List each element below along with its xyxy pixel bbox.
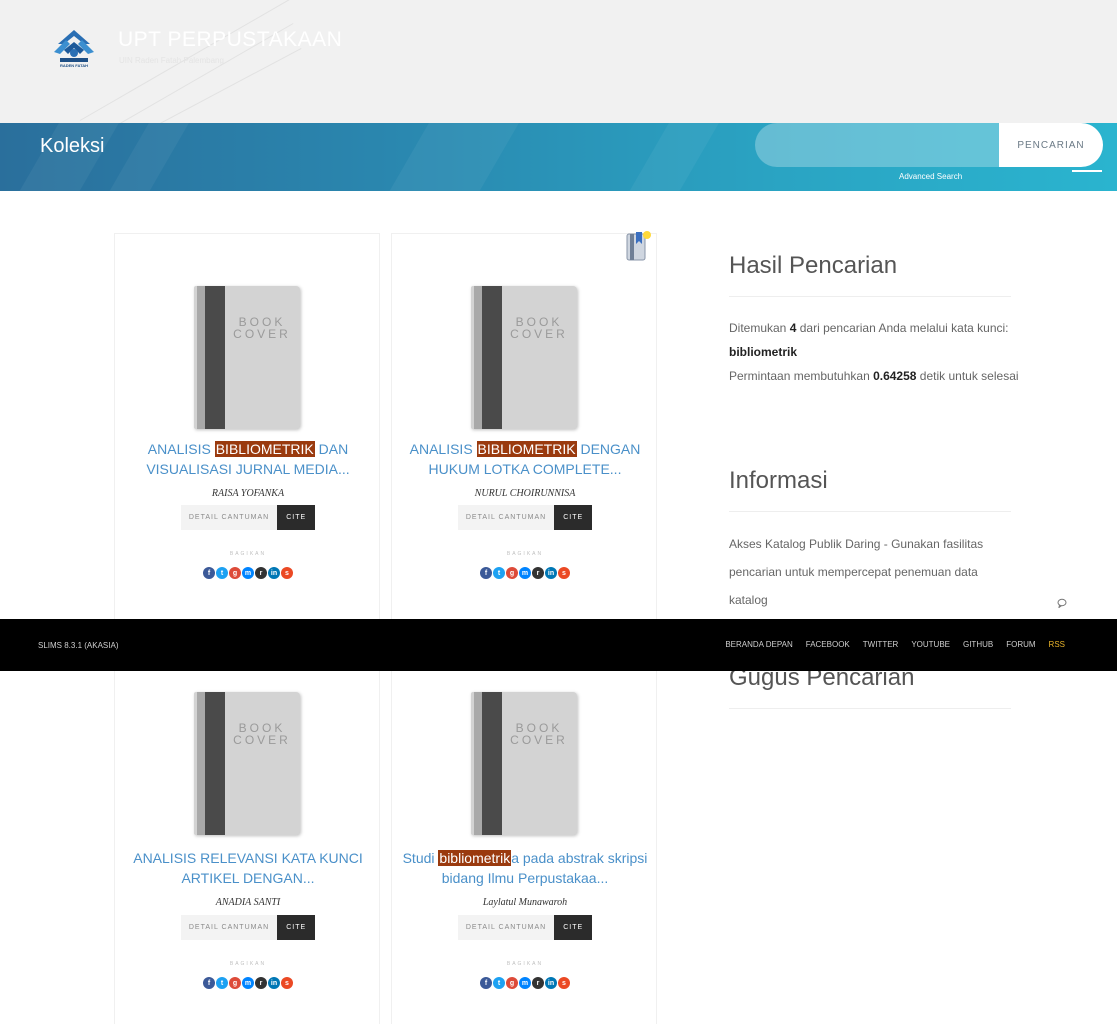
book-card: BOOK COVER ANALISIS BIBLIOMETRIK DENGAN … [391,233,657,619]
advanced-search-link[interactable]: Advanced Search [899,172,962,181]
google-plus-icon[interactable]: g [506,977,518,989]
site-title[interactable]: UPT PERPUSTAKAAN [118,28,342,52]
book-cover-image[interactable]: BOOK COVER [194,286,300,429]
footer-link-beranda[interactable]: BERANDA DEPAN [725,640,792,649]
book-title-link[interactable]: ANALISIS RELEVANSI KATA KUNCI ARTIKEL DE… [123,848,373,888]
twitter-icon[interactable]: t [216,977,228,989]
reddit-icon[interactable]: r [255,567,267,579]
search-button[interactable]: PENCARIAN [999,123,1103,167]
query-time: 0.64258 [873,369,917,383]
share-icons: f t g m r in s [115,977,381,989]
detail-record-button[interactable]: DETAIL CANTUMAN [180,915,278,940]
detail-record-button[interactable]: DETAIL CANTUMAN [457,915,555,940]
cite-button[interactable]: CITE [277,505,316,530]
footer-nav: BERANDA DEPAN FACEBOOK TWITTER YOUTUBE G… [725,640,1065,649]
google-plus-icon[interactable]: g [506,567,518,579]
messenger-icon[interactable]: m [519,567,531,579]
version-label: SLIMS 8.3.1 (AKASIA) [38,641,119,650]
book-cover-image[interactable]: BOOK COVER [194,692,300,835]
results-heading: Hasil Pencarian [729,252,898,279]
reddit-icon[interactable]: r [532,977,544,989]
messenger-icon[interactable]: m [242,567,254,579]
book-title-link[interactable]: Studi bibliometrika pada abstrak skripsi… [400,848,650,888]
stumbleupon-icon[interactable]: s [558,977,570,989]
share-icons: f t g m r in s [392,977,658,989]
svg-text:RADEN FATAH: RADEN FATAH [60,63,88,68]
google-plus-icon[interactable]: g [229,567,241,579]
divider [729,511,1011,512]
linkedin-icon[interactable]: in [545,567,557,579]
twitter-icon[interactable]: t [493,567,505,579]
stumbleupon-icon[interactable]: s [281,977,293,989]
footer-link-youtube[interactable]: YOUTUBE [911,640,950,649]
search-highlight: bibliometrik [438,850,512,866]
reddit-icon[interactable]: r [255,977,267,989]
detail-record-button[interactable]: DETAIL CANTUMAN [180,505,278,530]
facebook-icon[interactable]: f [203,567,215,579]
linkedin-icon[interactable]: in [268,977,280,989]
book-card: BOOK COVER ANALISIS BIBLIOMETRIK DAN VIS… [114,233,380,619]
page-banner: Koleksi PENCARIAN Advanced Search [0,123,1117,191]
search-highlight: BIBLIOMETRIK [476,441,577,457]
share-label: BAGIKAN [506,551,544,557]
chat-icon[interactable] [1057,598,1067,608]
google-plus-icon[interactable]: g [229,977,241,989]
book-card: BOOK COVER Studi bibliometrika pada abst… [391,671,657,1024]
bookmark-icon[interactable] [626,230,652,262]
book-author[interactable]: Laylatul Munawaroh [392,897,658,908]
book-title-link[interactable]: ANALISIS BIBLIOMETRIK DAN VISUALISASI JU… [123,439,373,479]
university-logo[interactable]: RADEN FATAH [50,26,98,72]
share-icons: f t g m r in s [115,567,381,579]
divider [729,708,1011,709]
facebook-icon[interactable]: f [203,977,215,989]
reddit-icon[interactable]: r [532,567,544,579]
cover-placeholder-text: BOOK COVER [510,721,568,747]
search-button-underline [1072,170,1102,172]
search-highlight: BIBLIOMETRIK [214,441,315,457]
footer-link-rss[interactable]: RSS [1049,640,1065,649]
messenger-icon[interactable]: m [519,977,531,989]
cite-button[interactable]: CITE [554,505,593,530]
book-author[interactable]: NURUL CHOIRUNNISA [392,488,658,499]
facebook-icon[interactable]: f [480,977,492,989]
twitter-icon[interactable]: t [216,567,228,579]
linkedin-icon[interactable]: in [545,977,557,989]
book-card: BOOK COVER ANALISIS RELEVANSI KATA KUNCI… [114,671,380,1024]
share-label: BAGIKAN [229,551,267,557]
footer-link-github[interactable]: GITHUB [963,640,993,649]
share-icons: f t g m r in s [392,567,658,579]
linkedin-icon[interactable]: in [268,567,280,579]
book-title-link[interactable]: ANALISIS BIBLIOMETRIK DENGAN HUKUM LOTKA… [400,439,650,479]
footer-link-facebook[interactable]: FACEBOOK [806,640,850,649]
cover-placeholder-text: BOOK COVER [233,721,291,747]
share-label: BAGIKAN [506,961,544,967]
twitter-icon[interactable]: t [493,977,505,989]
footer-bar: SLIMS 8.3.1 (AKASIA) BERANDA DEPAN FACEB… [0,619,1117,671]
facebook-icon[interactable]: f [480,567,492,579]
search-input[interactable] [755,123,1007,167]
cite-button[interactable]: CITE [554,915,593,940]
site-header: RADEN FATAH UPT PERPUSTAKAAN UIN Raden F… [0,0,1117,123]
cite-button[interactable]: CITE [277,915,316,940]
info-heading: Informasi [729,467,828,494]
cover-placeholder-text: BOOK COVER [233,315,291,341]
info-text: Akses Katalog Publik Daring - Gunakan fa… [729,537,984,607]
book-author[interactable]: RAISA YOFANKA [115,488,381,499]
share-label: BAGIKAN [229,961,267,967]
results-summary: Ditemukan 4 dari pencarian Anda melalui … [729,321,1019,383]
site-subtitle: UIN Raden Fatah Palembang [119,56,224,65]
stumbleupon-icon[interactable]: s [281,567,293,579]
book-cover-image[interactable]: BOOK COVER [471,286,577,429]
book-cover-image[interactable]: BOOK COVER [471,692,577,835]
footer-link-twitter[interactable]: TWITTER [863,640,899,649]
footer-link-forum[interactable]: FORUM [1006,640,1035,649]
page-title: Koleksi [40,135,105,157]
stumbleupon-icon[interactable]: s [558,567,570,579]
detail-record-button[interactable]: DETAIL CANTUMAN [457,505,555,530]
book-author[interactable]: ANADIA SANTI [115,897,381,908]
messenger-icon[interactable]: m [242,977,254,989]
results-keyword: bibliometrik [729,345,798,359]
divider [729,296,1011,297]
cover-placeholder-text: BOOK COVER [510,315,568,341]
